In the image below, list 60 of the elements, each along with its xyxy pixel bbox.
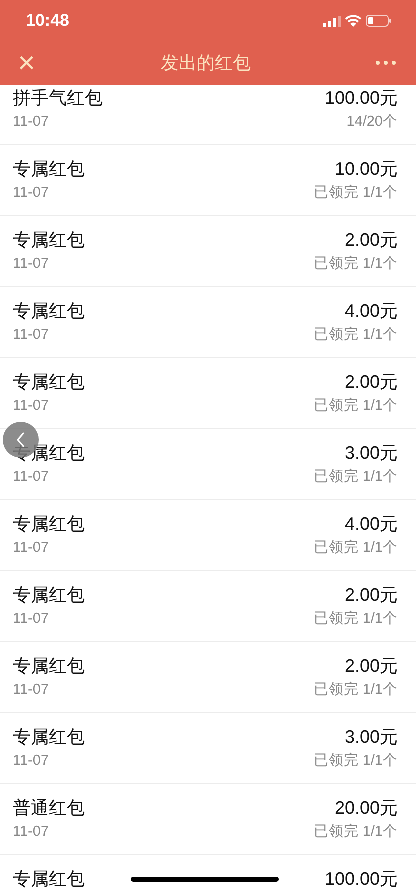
packet-status: 已领完 1/1个 xyxy=(314,396,398,416)
battery-icon xyxy=(366,15,392,27)
packet-amount: 100.00元 xyxy=(324,868,398,891)
packet-date: 11-07 xyxy=(13,823,50,842)
packet-amount: 10.00元 xyxy=(334,158,398,181)
signal-icon xyxy=(323,16,341,26)
packet-date: 11-07 xyxy=(13,397,50,416)
packet-name: 拼手气红包 xyxy=(13,87,103,110)
packet-status: 已领完 1/1个 xyxy=(314,254,398,274)
packet-row[interactable]: 专属红包 2.00元 11-07 已领完 1/1个 xyxy=(0,216,416,287)
packet-row[interactable]: 专属红包 4.00元 11-07 已领完 1/1个 xyxy=(0,287,416,358)
wifi-icon xyxy=(345,15,362,27)
packet-amount: 4.00元 xyxy=(344,300,398,323)
packet-name: 专属红包 xyxy=(13,584,85,607)
packet-name: 专属红包 xyxy=(13,513,85,536)
packet-name: 专属红包 xyxy=(13,158,85,181)
packet-name: 专属红包 xyxy=(13,300,85,323)
packet-name: 专属红包 xyxy=(13,655,85,678)
packet-row[interactable]: 普通红包 20.00元 11-07 已领完 1/1个 xyxy=(0,784,416,855)
packet-date: 11-07 xyxy=(13,752,50,771)
page-title: 发出的红包 xyxy=(160,52,251,75)
packet-row[interactable]: 专属红包 2.00元 11-07 已领完 1/1个 xyxy=(0,571,416,642)
packet-status: 已领完 1/1个 xyxy=(314,752,398,771)
packet-date: 11-07 xyxy=(13,539,50,558)
packet-date: 11-07 xyxy=(13,184,50,203)
more-icon xyxy=(376,61,396,66)
packet-status: 已领完 1/1个 xyxy=(314,822,398,842)
packet-amount: 4.00元 xyxy=(344,513,398,536)
packet-date: 11-07 xyxy=(13,468,50,487)
packet-status: 已领完 1/1个 xyxy=(314,610,398,629)
packet-status: 14/20个 xyxy=(346,113,398,132)
packet-row[interactable]: 专属红包 4.00元 11-07 已领完 1/1个 xyxy=(0,500,416,571)
packet-date: 11-07 xyxy=(13,326,50,345)
packet-status: 已领完 1/1个 xyxy=(314,538,398,558)
packet-amount: 2.00元 xyxy=(344,229,398,252)
status-time: 10:48 xyxy=(26,10,70,32)
packet-amount: 3.00元 xyxy=(344,442,398,465)
packet-name: 专属红包 xyxy=(13,726,85,749)
packet-status: 已领完 1/1个 xyxy=(314,326,398,345)
packet-status: 已领完 1/1个 xyxy=(314,468,398,487)
packet-name: 专属红包 xyxy=(13,229,85,252)
packet-amount: 2.00元 xyxy=(344,655,398,678)
packet-amount: 2.00元 xyxy=(344,371,398,394)
packet-amount: 100.00元 xyxy=(324,87,398,110)
packet-date: 11-07 xyxy=(13,113,50,132)
packet-date: 11-07 xyxy=(13,681,50,700)
packet-row[interactable]: 专属红包 2.00元 11-07 已领完 1/1个 xyxy=(0,642,416,713)
packet-amount: 3.00元 xyxy=(344,726,398,749)
packet-status: 已领完 1/1个 xyxy=(314,680,398,700)
packet-date: 11-07 xyxy=(13,255,50,274)
packet-status: 已领完 1/1个 xyxy=(314,184,398,203)
packet-row[interactable]: 拼手气红包 100.00元 11-07 14/20个 xyxy=(0,85,416,145)
packet-amount: 20.00元 xyxy=(334,797,398,820)
packet-row[interactable]: 专属红包 10.00元 11-07 已领完 1/1个 xyxy=(0,145,416,216)
packet-name: 专属红包 xyxy=(13,868,85,891)
packet-amount: 2.00元 xyxy=(344,584,398,607)
packet-name: 普通红包 xyxy=(13,797,85,820)
packet-date: 11-07 xyxy=(13,610,50,629)
packet-row[interactable]: 专属红包 3.00元 11-07 已领完 1/1个 xyxy=(0,713,416,784)
packet-name: 专属红包 xyxy=(13,371,85,394)
